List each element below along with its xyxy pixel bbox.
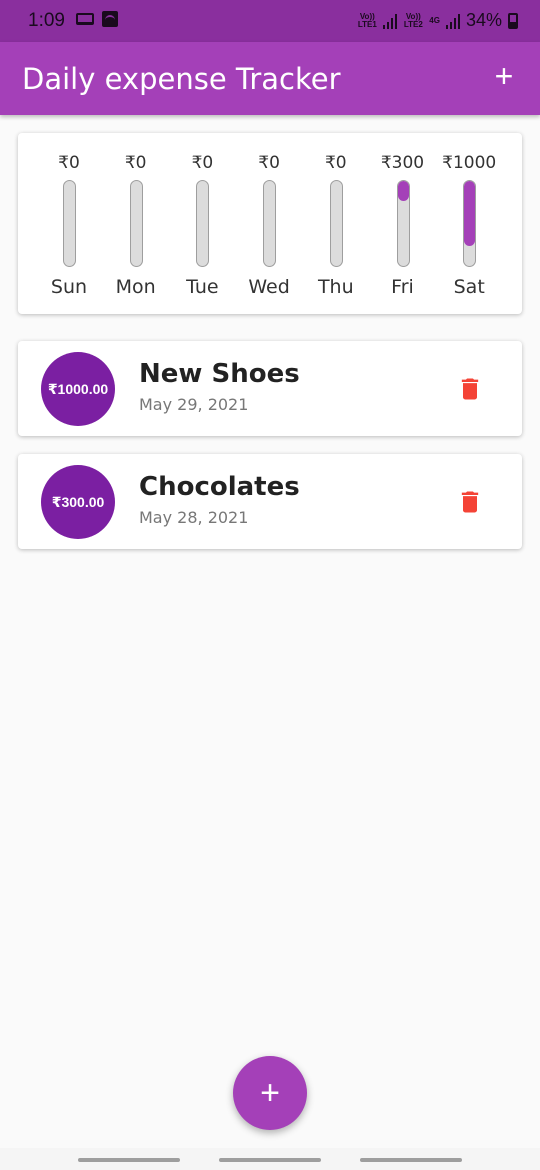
nav-recent-handle[interactable] xyxy=(78,1158,180,1162)
page-title: Daily expense Tracker xyxy=(22,62,341,96)
chart-bar xyxy=(464,181,476,247)
chart-bar-track xyxy=(263,180,277,267)
chart-day-label: Tue xyxy=(186,276,219,298)
chart-bar xyxy=(397,181,409,201)
chart-bar-column: ₹0 Tue xyxy=(169,133,235,314)
chart-day-label: Wed xyxy=(248,276,290,298)
chart-bar-track xyxy=(196,180,210,267)
status-time: 1:09 xyxy=(28,10,65,31)
chart-bar-column: ₹1000 Sat xyxy=(436,133,502,314)
network-4g-label: 4G xyxy=(429,15,440,25)
trash-icon[interactable] xyxy=(456,375,484,403)
signal-icon xyxy=(445,13,460,29)
chart-bar-track xyxy=(129,180,143,267)
chart-bar-column: ₹300 Fri xyxy=(370,133,436,314)
transaction-title: New Shoes xyxy=(139,359,300,389)
laptop-icon xyxy=(76,13,94,25)
status-bar: 1:09 Vo)) LTE1 Vo)) LTE2 4G 34% xyxy=(0,0,540,42)
battery-icon xyxy=(508,12,518,29)
hotspot-icon xyxy=(102,11,118,27)
chart-day-label: Sun xyxy=(50,276,88,298)
system-nav-bar xyxy=(0,1148,540,1170)
weekly-chart: ₹0 Sun ₹0 Mon ₹0 Tue ₹0 Wed ₹0 Thu ₹300 Fri ₹1000 Sat xyxy=(18,133,522,314)
plus-icon: + xyxy=(260,1073,280,1112)
sim1-label: Vo)) LTE1 xyxy=(357,11,377,29)
signal-icon xyxy=(383,13,398,29)
sim2-label: Vo)) LTE2 xyxy=(403,11,423,29)
chart-day-label: Sat xyxy=(453,276,485,298)
chart-bar-track xyxy=(329,180,343,267)
chart-bar-amount: ₹0 xyxy=(324,153,347,173)
transaction-amount: ₹1000.00 xyxy=(41,352,115,426)
transaction-card: ₹1000.00 New Shoes May 29, 2021 xyxy=(18,341,522,436)
chart-bar-track xyxy=(63,180,76,267)
transaction-date: May 29, 2021 xyxy=(139,395,249,414)
chart-bar-column: ₹0 Sun xyxy=(36,133,102,314)
transaction-title: Chocolates xyxy=(139,472,300,502)
status-right-icons: Vo)) LTE1 Vo)) LTE2 4G 34% xyxy=(357,10,518,31)
plus-icon: + xyxy=(494,58,514,94)
chart-bar-amount: ₹0 xyxy=(258,153,280,173)
battery-percent: 34% xyxy=(465,10,502,30)
chart-bar-amount: ₹0 xyxy=(191,153,214,173)
transaction-card: ₹300.00 Chocolates May 28, 2021 xyxy=(18,454,522,549)
chart-bar-track xyxy=(396,180,410,267)
add-transaction-fab[interactable]: + xyxy=(233,1056,307,1130)
chart-bar-amount: ₹300 xyxy=(380,153,425,173)
nav-home-handle[interactable] xyxy=(219,1158,321,1162)
transaction-amount: ₹300.00 xyxy=(41,465,115,539)
chart-day-label: Mon xyxy=(115,276,156,298)
chart-bar-column: ₹0 Thu xyxy=(303,133,369,314)
status-left-icons xyxy=(76,11,118,27)
chart-bar-column: ₹0 Mon xyxy=(103,133,169,314)
chart-bar-amount: ₹0 xyxy=(124,153,147,173)
transaction-date: May 28, 2021 xyxy=(139,508,249,527)
chart-bar-column: ₹0 Wed xyxy=(236,133,302,314)
chart-day-label: Fri xyxy=(391,276,414,298)
chart-bar-amount: ₹1000 xyxy=(442,153,497,173)
chart-day-label: Thu xyxy=(317,276,354,298)
chart-bar-amount: ₹0 xyxy=(58,153,80,173)
nav-back-handle[interactable] xyxy=(360,1158,462,1162)
trash-icon[interactable] xyxy=(456,488,484,516)
chart-bar-track xyxy=(463,180,477,267)
add-transaction-button[interactable]: + xyxy=(488,60,520,92)
app-bar: Daily expense Tracker + xyxy=(0,42,540,115)
